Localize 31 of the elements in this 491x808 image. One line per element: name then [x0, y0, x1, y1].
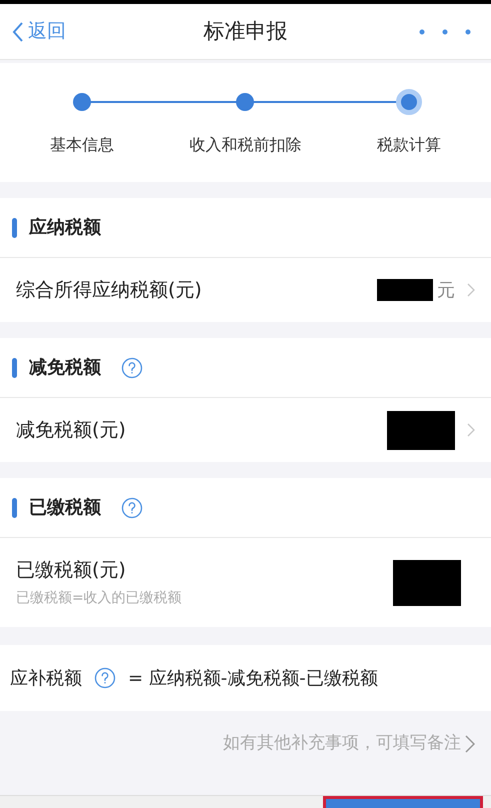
redacted-value: [393, 560, 461, 606]
form-row[interactable]: 减免税额(元): [0, 398, 491, 462]
form-row[interactable]: 综合所得应纳税额(元) 元: [0, 258, 491, 322]
help-icon[interactable]: [94, 667, 116, 689]
row-label: 减免税额(元): [16, 418, 126, 443]
accent-bar: [12, 358, 17, 378]
row-note: 已缴税额=收入的已缴税额: [16, 589, 182, 608]
back-icon: [12, 20, 24, 42]
chevron-icon: [465, 734, 475, 753]
section-title: 减免税额: [29, 356, 101, 380]
page-title: 标准申报: [204, 18, 288, 45]
help-icon[interactable]: [121, 496, 143, 518]
form-row[interactable]: 已缴税额(元) 已缴税额=收入的已缴税额: [0, 538, 491, 627]
step-label: 基本信息: [50, 134, 114, 156]
help-icon[interactable]: [121, 356, 143, 378]
unit-label: 元: [437, 278, 455, 302]
formula-text: = 应纳税额-减免税额-已缴税额: [128, 666, 378, 690]
step-label: 收入和税前扣除: [189, 134, 302, 156]
chevron-icon: [467, 283, 475, 297]
more-icon[interactable]: [419, 28, 471, 34]
formula-label: 应补税额: [10, 666, 82, 690]
row-label: 综合所得应纳税额(元): [16, 278, 202, 303]
step-label: 税款计算: [377, 134, 442, 156]
section-title: 已缴税额: [29, 496, 101, 520]
accent-bar: [12, 498, 17, 518]
redacted-value: [377, 279, 433, 301]
section-title: 应纳税额: [29, 216, 101, 240]
chevron-icon: [467, 423, 475, 437]
row-label: 已缴税额(元): [16, 558, 127, 583]
redacted-value: [387, 410, 455, 450]
accent-bar: [12, 218, 17, 238]
